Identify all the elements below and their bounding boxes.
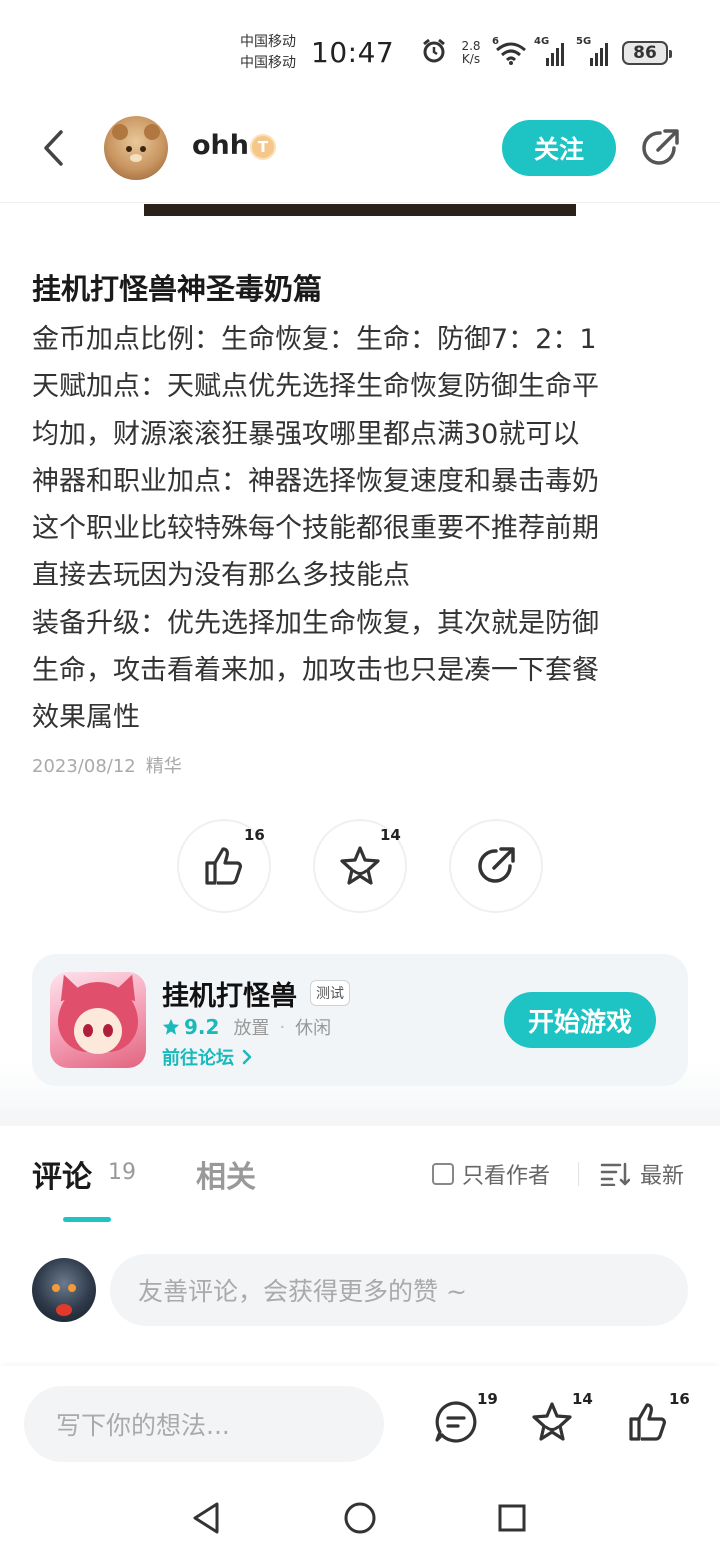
game-card[interactable]: 挂机打怪兽 测试 9.2 放置 · 休闲 前往论坛 开始游戏: [32, 954, 688, 1086]
section-divider: [0, 1110, 720, 1126]
bottom-action-bar: 写下你的想法... 19 14 16: [0, 1366, 720, 1476]
sort-icon: [600, 1162, 630, 1186]
game-rating-row: 9.2 放置 · 休闲: [162, 1014, 331, 1040]
system-home-button[interactable]: [338, 1496, 382, 1540]
status-clock: 10:47: [311, 36, 395, 69]
comment-input[interactable]: 友善评论，会获得更多的赞 ~: [110, 1254, 688, 1326]
post-body-line: 天赋加点：天赋点优先选择生命恢复防御生命平: [32, 371, 599, 403]
like-count: 16: [244, 826, 265, 844]
wifi-icon: 6: [492, 36, 528, 66]
follow-button[interactable]: 关注: [502, 120, 616, 176]
comment-button[interactable]: [432, 1398, 480, 1446]
system-navigation-bar: [0, 1476, 720, 1560]
carrier-labels: 中国移动 中国移动: [240, 32, 296, 74]
chevron-right-icon: [242, 1049, 252, 1065]
filter-divider: [578, 1162, 579, 1186]
status-bar: 中国移动 中国移动 10:47 2.8 K/s 6 4G 5G 86: [0, 0, 720, 100]
comment-count: 19: [477, 1390, 498, 1408]
alarm-icon: [420, 37, 448, 69]
chevron-left-icon: [44, 130, 63, 166]
author-level-badge: T: [250, 134, 276, 160]
author-avatar[interactable]: [104, 116, 168, 180]
test-badge: 测试: [310, 980, 350, 1006]
post-body-line: 这个职业比较特殊每个技能都很重要不推荐前期: [32, 513, 599, 545]
genre-separator: ·: [279, 1016, 286, 1038]
post-title: 挂机打怪兽神圣毒奶篇: [32, 272, 323, 306]
system-recents-button[interactable]: [490, 1496, 534, 1540]
game-genre-1: 放置: [233, 1018, 270, 1039]
battery-indicator: 86: [622, 41, 672, 65]
post-body-line: 直接去玩因为没有那么多技能点: [32, 560, 410, 592]
post-meta: 2023/08/12 精华: [32, 752, 182, 778]
triangle-back-icon: [193, 1502, 219, 1534]
share-post-button[interactable]: [449, 819, 543, 913]
cell-signal-1-tag: 4G: [534, 36, 550, 47]
bottom-favorite-button[interactable]: [528, 1398, 576, 1446]
cell-signal-2-icon: 5G: [576, 36, 614, 66]
post-body-line: 神器和职业加点：神器选择恢复速度和暴击毒奶: [32, 465, 599, 497]
sort-label: 最新: [640, 1164, 685, 1189]
bottom-like-button[interactable]: [624, 1398, 672, 1446]
game-rating: 9.2: [184, 1015, 220, 1039]
thumbs-up-icon: [629, 1403, 666, 1441]
status-icons: 2.8 K/s 6 4G 5G 86: [420, 36, 672, 70]
post-body-line: 金币加点比例：生命恢复：生命：防御7：2：1: [32, 324, 597, 355]
post-date: 2023/08/12: [32, 756, 136, 777]
current-user-avatar: [32, 1258, 96, 1322]
thumbs-up-icon: [205, 847, 242, 885]
post-header: ohh T 关注: [0, 100, 720, 203]
post-body-line: 装备升级：优先选择加生命恢复，其次就是防御: [32, 607, 599, 639]
carrier-2: 中国移动: [240, 55, 296, 71]
only-author-label: 只看作者: [462, 1164, 551, 1189]
comments-count: 19: [108, 1160, 136, 1185]
circle-home-icon: [344, 1502, 376, 1534]
game-name[interactable]: 挂机打怪兽: [162, 974, 297, 1013]
game-icon[interactable]: [50, 972, 146, 1068]
tab-comments[interactable]: 评论: [32, 1152, 92, 1196]
comment-icon: [435, 1401, 477, 1443]
square-recents-icon: [498, 1504, 526, 1532]
post-body-line: 均加，财源滚滚狂暴强攻哪里都点满30就可以: [32, 418, 580, 450]
share-icon: [478, 847, 515, 883]
only-author-checkbox[interactable]: [432, 1163, 454, 1185]
cell-signal-2-tag: 5G: [576, 36, 592, 47]
network-speed-unit: K/s: [461, 52, 481, 66]
bottom-like-count: 16: [669, 1390, 690, 1408]
sort-button[interactable]: 最新: [600, 1158, 684, 1190]
carrier-1: 中国移动: [240, 34, 296, 50]
post-image[interactable]: [144, 204, 576, 216]
post-body-line: 生命，攻击看着来加，加攻击也只是凑一下套餐: [32, 655, 599, 687]
post-body-line: 效果属性: [32, 702, 140, 734]
forum-link[interactable]: 前往论坛: [162, 1044, 252, 1070]
tab-active-indicator: [63, 1217, 111, 1222]
bottom-favorite-count: 14: [572, 1390, 593, 1408]
network-speed: 2.8 K/s: [456, 40, 486, 66]
star-icon: [532, 1402, 572, 1441]
system-back-button[interactable]: [184, 1496, 228, 1540]
wifi-tag: 6: [492, 36, 499, 47]
forum-link-label: 前往论坛: [162, 1048, 234, 1069]
star-icon: [340, 846, 380, 885]
share-icon: [642, 129, 679, 165]
game-genre-2: 休闲: [295, 1018, 332, 1039]
share-button[interactable]: [636, 124, 684, 172]
cell-signal-1-icon: 4G: [534, 36, 570, 66]
essence-tag: 精华: [145, 756, 182, 777]
back-button[interactable]: [30, 122, 76, 174]
author-name[interactable]: ohh: [192, 130, 249, 161]
start-game-button[interactable]: 开始游戏: [504, 992, 656, 1048]
reply-input[interactable]: 写下你的想法...: [24, 1386, 384, 1462]
only-author-toggle[interactable]: 只看作者: [432, 1158, 550, 1190]
favorite-count: 14: [380, 826, 401, 844]
post-body: 金币加点比例：生命恢复：生命：防御7：2：1 天赋加点：天赋点优先选择生命恢复防…: [32, 316, 682, 742]
rating-star-icon: [162, 1018, 180, 1035]
tab-related[interactable]: 相关: [196, 1152, 256, 1196]
